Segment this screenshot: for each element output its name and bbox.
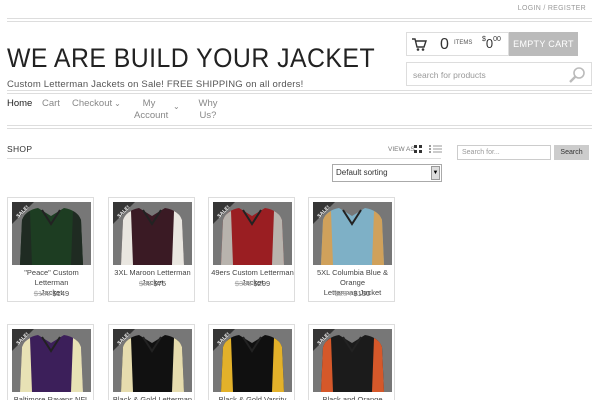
original-price: $189 — [33, 289, 51, 298]
product-name-line: Baltimore Ravens NFL Varsity — [13, 395, 90, 400]
product-card[interactable]: SALE! Black and Orange Custom — [308, 324, 395, 400]
sale-badge: SALE! — [12, 329, 34, 351]
sale-badge: SALE! — [113, 329, 135, 351]
nav-why-label: Why — [198, 98, 218, 109]
nav-cart[interactable]: Cart — [42, 98, 60, 110]
product-card[interactable]: SALE! Black & Gold Varsity Sweater — [208, 324, 295, 400]
product-name[interactable]: Baltimore Ravens NFL Varsity — [10, 395, 93, 400]
product-card[interactable]: SALE! Black & Gold Letterman Jacket — [108, 324, 195, 400]
shop-heading: SHOP — [7, 144, 33, 154]
nav-account-label: Account — [134, 110, 169, 121]
product-name-line: Black & Gold Varsity Sweater — [218, 395, 287, 400]
sale-badge: SALE! — [313, 329, 335, 351]
sale-badge: SALE! — [12, 202, 34, 224]
nav-my-account[interactable]: My Account — [134, 98, 169, 122]
top-bar: LOGIN / REGISTER — [0, 0, 600, 20]
product-name-line: 5XL Columbia Blue & Orange — [316, 268, 388, 287]
sidebar-search-input[interactable]: Search for... — [457, 145, 551, 160]
product-name-line: "Peace" Custom Letterman — [24, 268, 79, 287]
nav-checkout[interactable]: Checkout ⌄ — [72, 98, 121, 110]
product-price: $284 $150 — [309, 289, 396, 298]
nav-checkout-label: Checkout — [72, 98, 113, 109]
site-title[interactable]: WE ARE BUILD YOUR JACKET — [7, 43, 375, 74]
product-name-line: Black & Gold Letterman Jacket — [112, 395, 193, 400]
product-name-line: Black and Orange Custom — [322, 395, 383, 400]
sort-selected-value: Default sorting — [336, 168, 388, 177]
product-price: $89 $75 — [109, 279, 196, 288]
shop-divider — [7, 158, 441, 159]
sidebar-search-button[interactable]: Search — [554, 145, 589, 160]
original-price: $395 — [234, 279, 252, 288]
product-search-input[interactable]: search for products — [406, 62, 592, 86]
product-card[interactable]: SALE! 49ers Custom Letterman Jacket $395 $2… — [208, 197, 295, 302]
header-rule — [7, 18, 592, 22]
sale-badge: SALE! — [313, 202, 335, 224]
nav-bottom-rule — [7, 125, 592, 129]
sale-badge: SALE! — [213, 202, 235, 224]
product-card[interactable]: SALE! Baltimore Ravens NFL Varsity — [7, 324, 94, 400]
login-register-link[interactable]: LOGIN / REGISTER — [518, 5, 586, 12]
sale-badge: SALE! — [213, 329, 235, 351]
product-card[interactable]: SALE! 3XL Maroon Letterman Jacket $89 $75 — [108, 197, 195, 302]
sale-price: $75 — [153, 279, 167, 288]
view-as-label: VIEW AS — [388, 146, 415, 153]
product-name[interactable]: Black and Orange Custom — [311, 395, 394, 400]
product-price: $189 $149 — [8, 289, 95, 298]
cart-item-count: 0 — [440, 36, 449, 53]
empty-cart-button[interactable]: EMPTY CART — [509, 32, 578, 56]
chevron-down-icon: ⌄ — [114, 99, 121, 108]
sort-select[interactable]: Default sorting ▼ — [332, 164, 442, 182]
sale-badge: SALE! — [113, 202, 135, 224]
sale-price: $299 — [253, 279, 271, 288]
nav-my-label: My — [142, 98, 156, 109]
product-name[interactable]: Black & Gold Letterman Jacket — [111, 395, 194, 400]
cart-total: $000 — [482, 36, 501, 51]
search-icon[interactable] — [568, 66, 586, 84]
product-card[interactable]: SALE! "Peace" Custom Letterman Jacket $189 $… — [7, 197, 94, 302]
dropdown-arrow-icon: ▼ — [431, 166, 440, 180]
grid-view-icon[interactable] — [414, 145, 422, 153]
nav-home[interactable]: Home — [7, 98, 32, 110]
cart-items-label: ITEMS — [454, 40, 473, 46]
sale-price: $150 — [353, 289, 371, 298]
nav-top-rule — [7, 90, 592, 94]
product-name[interactable]: Black & Gold Varsity Sweater — [211, 395, 294, 400]
list-view-icon[interactable] — [429, 145, 442, 153]
cart-widget[interactable]: 0 ITEMS $000 — [406, 32, 509, 56]
product-card[interactable]: SALE! 5XL Columbia Blue & Orange Letterman… — [308, 197, 395, 302]
original-price: $89 — [138, 279, 152, 288]
cart-cents: 00 — [493, 36, 501, 43]
product-search-placeholder: search for products — [413, 70, 486, 80]
chevron-down-icon: ⌄ — [173, 102, 180, 111]
site-tagline: Custom Letterman Jackets on Sale! FREE S… — [7, 79, 304, 90]
cart-icon — [412, 38, 427, 51]
original-price: $284 — [334, 289, 352, 298]
product-price: $395 $299 — [209, 279, 296, 288]
nav-us-label: Us? — [199, 110, 217, 121]
sale-price: $149 — [52, 289, 70, 298]
nav-why-us[interactable]: Why Us? — [198, 98, 218, 122]
